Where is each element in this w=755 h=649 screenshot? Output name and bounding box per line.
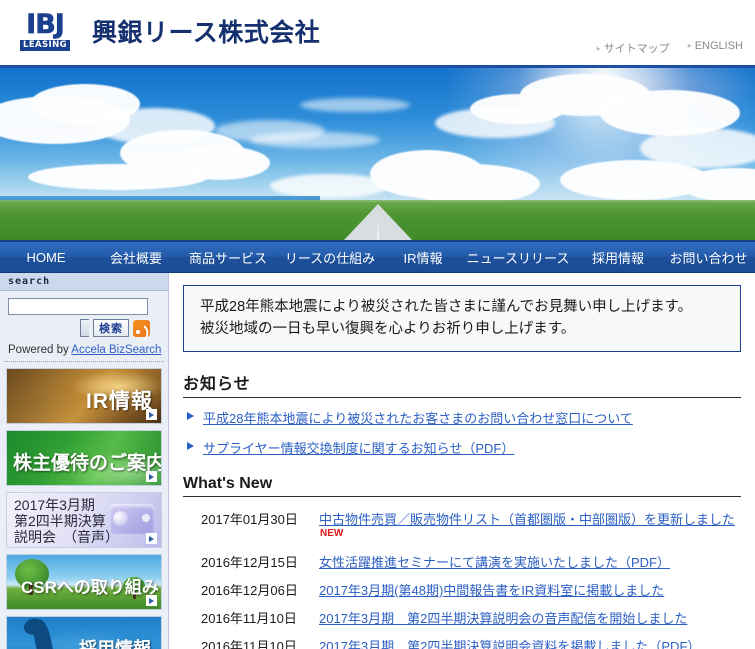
utility-link-sitemap-label: サイトマップ	[603, 43, 670, 55]
whats-new-cell: 2017年3月期 第2四半期決算説明会資料を掲載しました（PDF）	[319, 632, 741, 649]
arrow-right-icon: ▸	[596, 44, 601, 53]
earthquake-message-line1: 平成28年熊本地震により被災された皆さまに謹んでお見舞い申し上げます。	[200, 299, 693, 315]
search-panel: 検索	[0, 291, 168, 341]
whats-new-cell: 2017年3月期(第48期)中間報告書をIR資料室に掲載しました	[319, 576, 741, 604]
banner-csr[interactable]: CSRへの取り組み	[6, 554, 162, 610]
play-arrow-icon	[146, 595, 157, 606]
whats-new-table: 2017年01月30日 中古物件売買／販売物件リスト（首都圏版・中部圏版）を更新…	[183, 505, 741, 649]
earthquake-message-line2: 被災地域の一日も早い復興を心よりお祈り申し上げます。	[200, 321, 576, 337]
cloud-shape	[300, 98, 410, 112]
nav-item-news[interactable]: ニュースリリース	[462, 248, 574, 267]
whats-new-date: 2016年11月10日	[201, 611, 297, 626]
whats-new-link-1[interactable]: 中古物件売買／販売物件リスト（首都圏版・中部圏版）を更新しました	[319, 512, 735, 527]
search-input[interactable]	[8, 298, 148, 315]
rss-icon[interactable]	[133, 319, 150, 337]
nav-item-contact[interactable]: お問い合わせ	[662, 248, 755, 267]
oshirase-heading: お知らせ	[183, 370, 741, 398]
hero-banner-image	[0, 65, 755, 242]
cloud-shape	[250, 132, 380, 148]
cloud-shape	[400, 164, 540, 204]
nav-item-products[interactable]: 商品サービス	[180, 248, 276, 267]
whats-new-link-2[interactable]: 女性活躍推進セミナーにて講演を実施いたしました（PDF）	[319, 555, 670, 570]
main-column: 平成28年熊本地震により被災された皆さまに謹んでお見舞い申し上げます。 被災地域…	[169, 273, 755, 649]
search-controls: 検索	[8, 319, 160, 337]
nav-item-home[interactable]: HOME	[0, 250, 92, 265]
search-panel-title: SEARCH	[0, 273, 168, 291]
play-arrow-icon	[146, 471, 157, 482]
banner-recruit-label: 採用情報	[79, 639, 151, 649]
earthquake-message-box: 平成28年熊本地震により被災された皆さまに謹んでお見舞い申し上げます。 被災地域…	[183, 285, 741, 352]
triangle-bullet-icon	[187, 442, 194, 450]
powered-by-text: Powered by Accela BizSearch	[0, 341, 168, 361]
main-navigation: HOME 会社概要 商品サービス リースの仕組み IR情報 ニュースリリース 採…	[0, 242, 755, 273]
utility-link-sitemap[interactable]: ▸ サイトマップ	[597, 40, 670, 56]
banner-earnings-audio-label: 2017年3月期 第2四半期決算 説明会 （音声）	[14, 497, 119, 545]
table-row: 2016年11月10日 2017年3月期 第2四半期決算説明会資料を掲載しました…	[183, 632, 741, 649]
new-badge: NEW	[320, 528, 344, 539]
whats-new-date: 2016年12月06日	[201, 583, 298, 598]
table-row: 2016年11月10日 2017年3月期 第2四半期決算説明会の音声配信を開始し…	[183, 604, 741, 632]
list-item[interactable]: サプライヤー情報交換制度に関するお知らせ（PDF）	[183, 438, 741, 457]
hero-road-centerline	[376, 220, 379, 240]
whats-new-date: 2016年11月10日	[201, 639, 297, 649]
banner-shareholder-benefits[interactable]: 株主優待のご案内	[6, 430, 162, 486]
person-silhouette-icon	[30, 617, 56, 649]
site-header: IBJ LEASING 興銀リース株式会社 ▸ サイトマップ ▸ ENGLISH	[0, 0, 755, 65]
nav-item-ir[interactable]: IR情報	[384, 248, 462, 267]
ibj-logo-icon: IBJ LEASING	[14, 11, 76, 51]
site-logo[interactable]: IBJ LEASING 興銀リース株式会社	[14, 11, 320, 51]
banner-earnings-audio[interactable]: 2017年3月期 第2四半期決算 説明会 （音声）	[6, 492, 162, 548]
banner-ir-label: IR情報	[86, 390, 153, 413]
banner-recruit[interactable]: 採用情報	[6, 616, 162, 649]
whats-new-date: 2016年12月15日	[201, 555, 298, 570]
whats-new-date: 2017年01月30日	[201, 512, 298, 527]
whats-new-heading: What's New	[183, 475, 741, 497]
whats-new-link-3[interactable]: 2017年3月期(第48期)中間報告書をIR資料室に掲載しました	[319, 583, 664, 598]
utility-link-english-label: ENGLISH	[694, 40, 743, 52]
whats-new-cell: 女性活躍推進セミナーにて講演を実施いたしました（PDF）	[319, 548, 741, 576]
oshirase-link-2[interactable]: サプライヤー情報交換制度に関するお知らせ（PDF）	[203, 438, 514, 457]
oshirase-link-1[interactable]: 平成28年熊本地震により被災されたお客さまのお問い合わせ窓口について	[203, 408, 633, 427]
powered-by-prefix: Powered by	[8, 344, 72, 356]
list-item[interactable]: 平成28年熊本地震により被災されたお客さまのお問い合わせ窓口について	[183, 408, 741, 427]
sidebar: SEARCH 検索 Powered by Accela BizSearch IR…	[0, 273, 169, 649]
search-button[interactable]: 検索	[93, 319, 129, 337]
banner-ir[interactable]: IR情報	[6, 368, 162, 424]
table-row: 2017年01月30日 中古物件売買／販売物件リスト（首都圏版・中部圏版）を更新…	[183, 505, 741, 548]
page-root: IBJ LEASING 興銀リース株式会社 ▸サイトマップ ▸ENGLISH	[0, 0, 755, 649]
sidebar-banners: IR情報 株主優待のご案内 2017年3月期 第2四半期決算 説明会 （音声）	[0, 362, 168, 649]
banner-shareholder-label: 株主優待のご案内	[13, 453, 162, 474]
whats-new-link-5[interactable]: 2017年3月期 第2四半期決算説明会資料を掲載しました（PDF）	[319, 639, 700, 649]
play-arrow-icon	[146, 533, 157, 544]
whats-new-cell: 中古物件売買／販売物件リスト（首都圏版・中部圏版）を更新しましたNEW	[319, 505, 741, 548]
utility-link-english[interactable]: ▸ ENGLISH	[688, 40, 743, 56]
triangle-bullet-icon	[187, 412, 194, 420]
play-arrow-icon	[146, 409, 157, 420]
company-name: 興銀リース株式会社	[92, 19, 321, 47]
logo-text: IBJ	[26, 9, 65, 41]
table-row: 2016年12月06日 2017年3月期(第48期)中間報告書をIR資料室に掲載…	[183, 576, 741, 604]
nav-item-company[interactable]: 会社概要	[92, 248, 180, 267]
arrow-right-icon: ▸	[687, 41, 692, 50]
whats-new-cell: 2017年3月期 第2四半期決算説明会の音声配信を開始しました	[319, 604, 741, 632]
content-area: SEARCH 検索 Powered by Accela BizSearch IR…	[0, 273, 755, 649]
accela-bizsearch-link[interactable]: Accela BizSearch	[71, 344, 161, 356]
search-button-decoration	[80, 319, 89, 337]
oshirase-list: 平成28年熊本地震により被災されたお客さまのお問い合わせ窓口について サプライヤ…	[183, 408, 741, 457]
cloud-shape	[28, 164, 208, 190]
whats-new-link-4[interactable]: 2017年3月期 第2四半期決算説明会の音声配信を開始しました	[319, 611, 687, 626]
logo-subtext: LEASING	[20, 40, 70, 51]
banner-csr-label: CSRへの取り組み	[21, 578, 159, 597]
nav-item-lease-structure[interactable]: リースの仕組み	[276, 248, 384, 267]
utility-nav: ▸ サイトマップ ▸ ENGLISH	[597, 40, 743, 56]
table-row: 2016年12月15日 女性活躍推進セミナーにて講演を実施いたしました（PDF）	[183, 548, 741, 576]
nav-item-recruit[interactable]: 採用情報	[574, 248, 662, 267]
